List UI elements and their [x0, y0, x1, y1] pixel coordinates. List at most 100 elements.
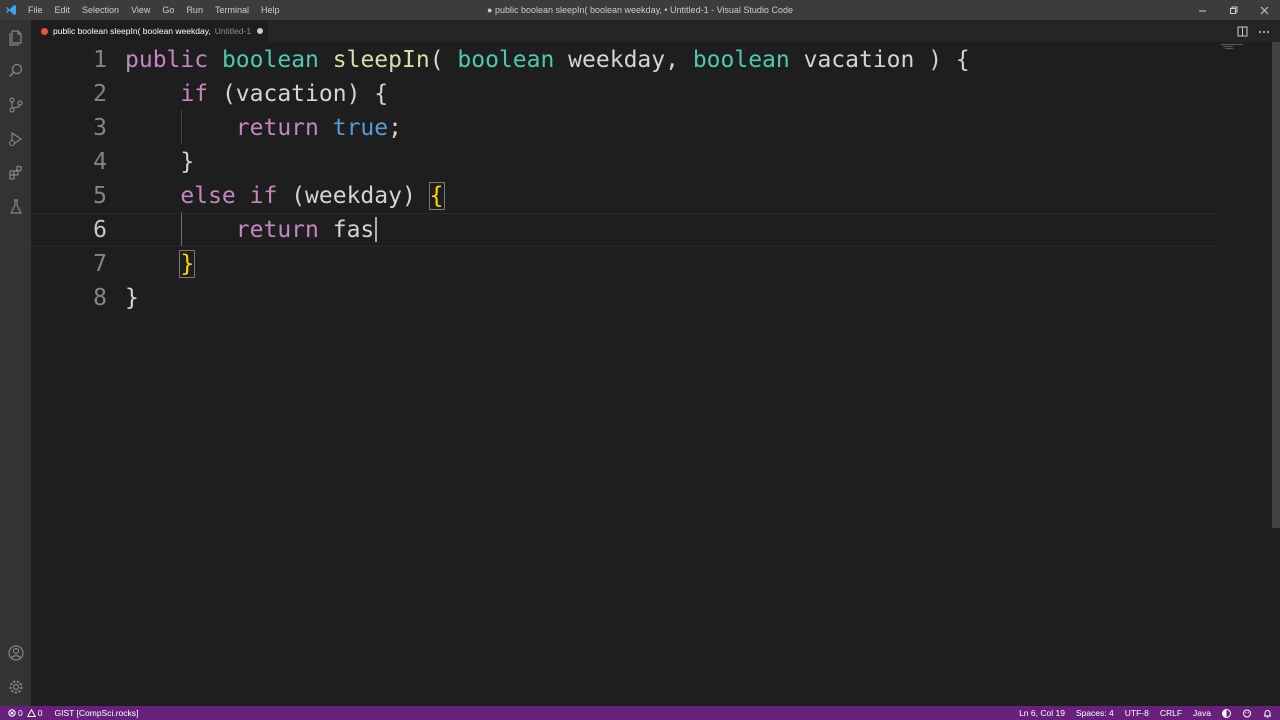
code-line[interactable]: 7 } — [31, 247, 1216, 281]
warning-count: 0 — [37, 708, 43, 718]
minimap-line — [1223, 46, 1233, 47]
activity-bar — [0, 20, 31, 706]
close-icon[interactable] — [1249, 0, 1280, 20]
menu-run[interactable]: Run — [180, 0, 209, 20]
line-number: 3 — [93, 115, 107, 141]
testing-icon[interactable] — [0, 190, 31, 224]
tab-title: public boolean sleepIn( boolean weekday, — [53, 26, 211, 36]
language-mode[interactable]: Java — [1193, 708, 1211, 718]
extensions-icon[interactable] — [0, 156, 31, 190]
warning-icon — [26, 709, 36, 717]
code-text: return fas — [125, 213, 374, 247]
menu-help[interactable]: Help — [255, 0, 286, 20]
line-number: 5 — [93, 183, 107, 209]
code-token: boolean — [692, 47, 790, 73]
code-token: weekday, — [554, 47, 693, 73]
code-line[interactable]: 1 public boolean sleepIn( boolean weekday… — [31, 43, 1216, 77]
unsaved-dot-icon[interactable] — [257, 28, 264, 34]
code-token: } — [125, 149, 195, 175]
code-token: } — [179, 250, 196, 278]
code-token: sleepIn — [332, 47, 430, 73]
code-text: if (vacation) { — [125, 77, 388, 111]
menu-terminal[interactable]: Terminal — [209, 0, 255, 20]
code-token: (weekday) — [277, 183, 430, 209]
line-number: 2 — [93, 81, 107, 107]
minimize-icon[interactable] — [1187, 0, 1218, 20]
run-debug-icon[interactable] — [0, 122, 31, 156]
line-number: 4 — [93, 149, 107, 175]
more-actions-icon[interactable] — [1258, 26, 1270, 37]
code-editor[interactable]: 1 public boolean sleepIn( boolean weekday… — [31, 42, 1280, 706]
menu-file[interactable]: File — [22, 0, 49, 20]
tab-bar: public boolean sleepIn( boolean weekday,… — [31, 20, 1280, 42]
title-bar: File Edit Selection View Go Run Terminal Help ●… — [0, 0, 1280, 20]
menu-view[interactable]: View — [125, 0, 156, 20]
restore-icon[interactable] — [1218, 0, 1249, 20]
code-token: public — [125, 47, 209, 73]
code-text: public boolean sleepIn( boolean weekday,… — [125, 43, 970, 77]
code-text: return true; — [125, 111, 402, 145]
code-token: { — [428, 182, 445, 210]
error-dot-icon — [41, 27, 48, 35]
status-bar: 0 0 GIST [CompSci.rocks] Ln 6, Col 19 Sp… — [0, 706, 1280, 720]
text-cursor — [375, 217, 377, 242]
menu-bar: File Edit Selection View Go Run Terminal Help — [22, 0, 285, 20]
code-token: boolean — [221, 47, 319, 73]
line-number: 1 — [93, 47, 107, 73]
explorer-icon[interactable] — [0, 20, 31, 54]
menu-edit[interactable]: Edit — [49, 0, 77, 20]
code-token: else — [180, 183, 236, 209]
code-text: } — [125, 145, 194, 179]
indentation[interactable]: Spaces: 4 — [1076, 708, 1114, 718]
account-icon[interactable] — [0, 636, 31, 670]
code-line[interactable]: 2 if (vacation) { — [31, 77, 1216, 111]
tab-untitled-1[interactable]: public boolean sleepIn( boolean weekday,… — [31, 20, 268, 42]
code-line[interactable]: 4 } — [31, 145, 1216, 179]
code-token: ( — [429, 47, 458, 73]
code-token: true — [332, 115, 389, 141]
code-line[interactable]: 8} — [31, 281, 1216, 315]
code-line[interactable]: 3 return true; — [31, 111, 1216, 145]
notifications-icon[interactable] — [1263, 709, 1272, 718]
code-text: } — [125, 281, 139, 315]
code-token: ; — [388, 115, 402, 141]
editor-actions — [1237, 20, 1270, 42]
code-text: } — [125, 247, 196, 281]
code-token: if — [180, 81, 209, 107]
split-editor-icon[interactable] — [1237, 26, 1248, 37]
search-icon[interactable] — [0, 54, 31, 88]
menu-go[interactable]: Go — [156, 0, 180, 20]
code-line[interactable]: 6 return fas — [31, 213, 1216, 247]
vertical-scrollbar[interactable] — [1272, 42, 1280, 528]
line-number: 6 — [93, 217, 107, 243]
menu-selection[interactable]: Selection — [76, 0, 125, 20]
code-token: return — [235, 115, 319, 141]
error-count: 0 — [18, 708, 23, 718]
code-text: else if (weekday) { — [125, 179, 445, 213]
code-token: (vacation) { — [208, 81, 389, 107]
line-number: 8 — [93, 285, 107, 311]
code-line[interactable]: 5 else if (weekday) { — [31, 179, 1216, 213]
code-token: if — [249, 183, 278, 209]
minimap-line — [1225, 48, 1233, 49]
cursor-position[interactable]: Ln 6, Col 19 — [1019, 708, 1065, 718]
vscode-logo-icon — [0, 0, 22, 20]
language-status-icon[interactable] — [1222, 708, 1231, 718]
problems-indicator[interactable]: 0 0 — [8, 708, 42, 718]
code-token: } — [125, 285, 139, 311]
code-token: boolean — [457, 47, 555, 73]
line-endings[interactable]: CRLF — [1160, 708, 1182, 718]
error-icon — [8, 709, 16, 717]
settings-gear-icon[interactable] — [0, 670, 31, 704]
code-token: return — [235, 217, 319, 243]
encoding[interactable]: UTF-8 — [1125, 708, 1149, 718]
source-control-icon[interactable] — [0, 88, 31, 122]
feedback-icon[interactable] — [1242, 709, 1252, 718]
remote-indicator[interactable]: GIST [CompSci.rocks] — [54, 708, 138, 718]
